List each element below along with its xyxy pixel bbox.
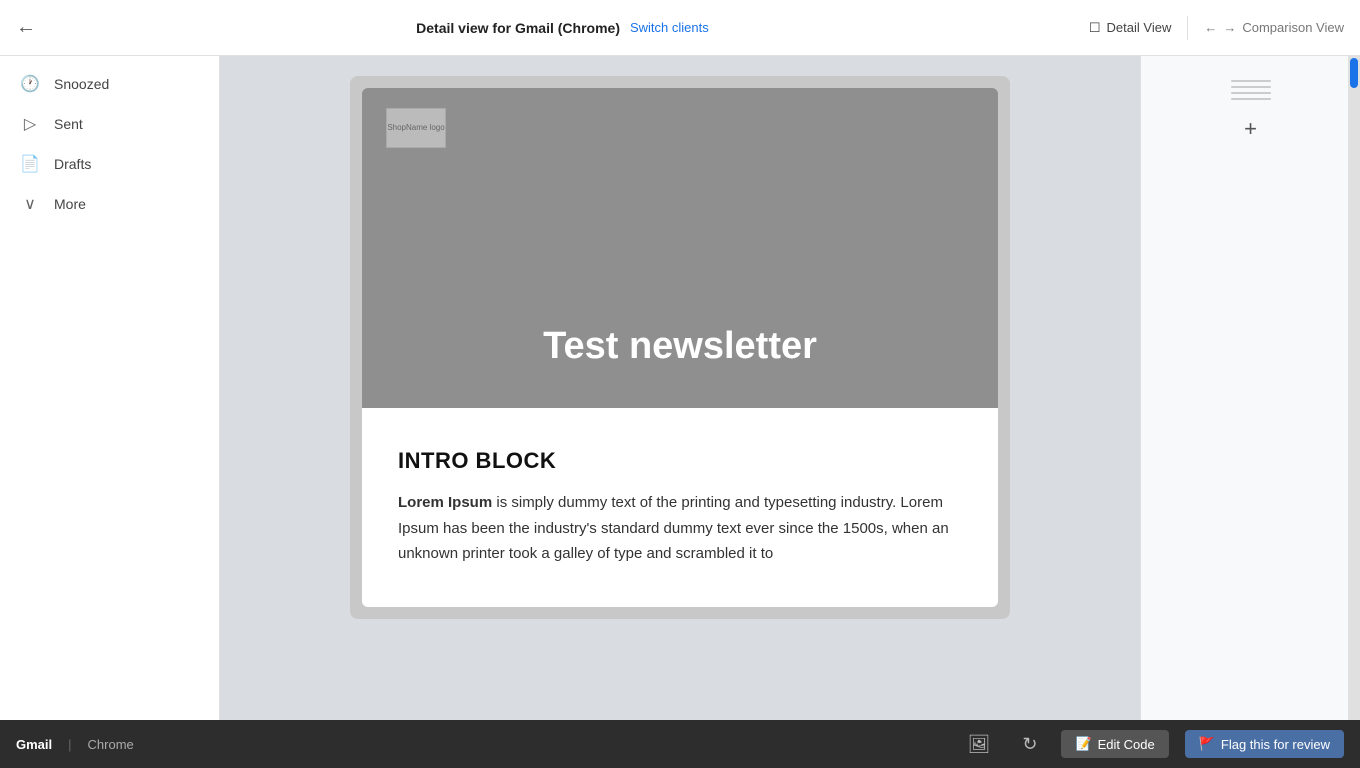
sent-icon: ▷ bbox=[20, 114, 40, 134]
sidebar-label-more: More bbox=[54, 196, 86, 212]
switch-clients-button[interactable]: Switch clients bbox=[630, 20, 709, 35]
right-panel: + bbox=[1140, 56, 1360, 720]
more-chevron-icon: ∨ bbox=[20, 194, 40, 214]
email-panel[interactable]: ShopName logo Test newsletter INTRO BLOC… bbox=[220, 56, 1140, 720]
refresh-icon-button[interactable]: ↻ bbox=[1014, 730, 1045, 759]
email-header-block: ShopName logo Test newsletter bbox=[362, 88, 998, 408]
right-panel-scrollbar[interactable] bbox=[1348, 56, 1360, 720]
sidebar-item-sent[interactable]: ▷ Sent bbox=[0, 104, 207, 144]
comparison-view-button[interactable]: ← → Comparison View bbox=[1204, 20, 1344, 35]
sidebar-item-snoozed[interactable]: 🕐 Snoozed bbox=[0, 64, 207, 104]
shop-logo-text: ShopName logo bbox=[387, 123, 444, 133]
right-panel-lines bbox=[1231, 80, 1271, 100]
header-title: Detail view for Gmail (Chrome) bbox=[416, 20, 620, 36]
image-icon-button[interactable]: 🖼 bbox=[959, 730, 998, 759]
bottom-bar: Gmail | Chrome 🖼 ↻ 📝 Edit Code 🚩 Flag th… bbox=[0, 720, 1360, 768]
add-button[interactable]: + bbox=[1244, 116, 1257, 142]
email-body-block: INTRO BLOCK Lorem Ipsum is simply dummy … bbox=[362, 408, 998, 607]
right-panel-line bbox=[1231, 80, 1271, 82]
intro-text: Lorem Ipsum is simply dummy text of the … bbox=[398, 490, 962, 567]
content-area: ShopName logo Test newsletter INTRO BLOC… bbox=[220, 56, 1360, 720]
bottom-client-type: Chrome bbox=[88, 737, 134, 752]
back-button[interactable]: ← bbox=[16, 16, 36, 39]
right-panel-line bbox=[1231, 92, 1271, 94]
header-right: ☐ Detail View ← → Comparison View bbox=[1089, 16, 1344, 40]
header-center: Detail view for Gmail (Chrome) Switch cl… bbox=[416, 20, 709, 36]
drafts-icon: 📄 bbox=[20, 154, 40, 174]
prev-nav-icon: ← bbox=[1204, 20, 1217, 35]
sidebar-label-sent: Sent bbox=[54, 116, 83, 132]
sidebar-label-snoozed: Snoozed bbox=[54, 76, 109, 92]
right-panel-line bbox=[1231, 86, 1271, 88]
header-divider bbox=[1187, 16, 1188, 40]
header-bar: ← Detail view for Gmail (Chrome) Switch … bbox=[0, 0, 1360, 56]
next-nav-icon: → bbox=[1223, 20, 1236, 35]
email-hero-title: Test newsletter bbox=[362, 325, 998, 368]
email-outer: ShopName logo Test newsletter INTRO BLOC… bbox=[350, 76, 1010, 619]
edit-code-label: Edit Code bbox=[1098, 737, 1155, 752]
sidebar-item-drafts[interactable]: 📄 Drafts bbox=[0, 144, 207, 184]
intro-block-title: INTRO BLOCK bbox=[398, 448, 962, 474]
sidebar-label-drafts: Drafts bbox=[54, 156, 91, 172]
sidebar: 🕐 Snoozed ▷ Sent 📄 Drafts ∨ More bbox=[0, 56, 220, 720]
main-layout: 🕐 Snoozed ▷ Sent 📄 Drafts ∨ More ShopNam… bbox=[0, 56, 1360, 720]
sidebar-item-more[interactable]: ∨ More bbox=[0, 184, 207, 224]
shop-logo: ShopName logo bbox=[386, 108, 446, 148]
monitor-icon: ☐ bbox=[1089, 20, 1101, 36]
bottom-client-label: Gmail bbox=[16, 737, 52, 752]
flag-review-label: Flag this for review bbox=[1221, 737, 1330, 752]
bottom-divider: | bbox=[68, 737, 71, 752]
edit-code-icon: 📝 bbox=[1075, 736, 1091, 752]
detail-view-label: Detail View bbox=[1107, 20, 1172, 35]
flag-icon: 🚩 bbox=[1199, 736, 1215, 752]
header-left: ← bbox=[16, 16, 36, 39]
intro-text-bold: Lorem Ipsum bbox=[398, 494, 492, 511]
snoozed-icon: 🕐 bbox=[20, 74, 40, 94]
detail-view-button[interactable]: ☐ Detail View bbox=[1089, 20, 1171, 36]
scroll-thumb bbox=[1350, 58, 1358, 88]
comparison-view-label: Comparison View bbox=[1242, 20, 1344, 35]
edit-code-button[interactable]: 📝 Edit Code bbox=[1061, 730, 1168, 758]
flag-review-button[interactable]: 🚩 Flag this for review bbox=[1185, 730, 1344, 758]
right-panel-line bbox=[1231, 98, 1271, 100]
